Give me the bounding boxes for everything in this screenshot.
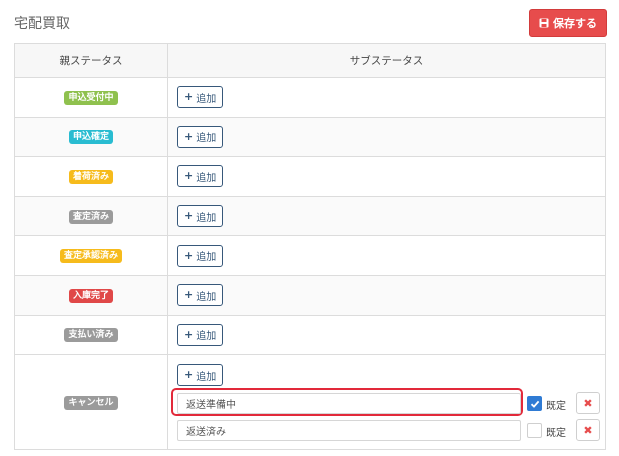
plus-icon: + <box>184 209 194 223</box>
default-label: 既定 <box>546 428 566 440</box>
add-button-label: 追加 <box>196 331 217 343</box>
table-row: 査定承認済み + 追加 <box>14 235 606 276</box>
header-sub-status: サブステータス <box>167 43 606 78</box>
plus-icon: + <box>184 129 194 143</box>
plus-icon: + <box>184 90 194 104</box>
add-sub-status-button[interactable]: + 追加 <box>177 284 224 307</box>
table-row-cancel: キャンセル + 追加 返送準備中 既定 ✖ 返送済み 既定 ✖ <box>14 354 606 451</box>
table-row: 申込受付中 + 追加 <box>14 77 606 118</box>
parent-status-cell: 着荷済み <box>14 156 168 197</box>
parent-status-cell: 査定承認済み <box>14 235 168 276</box>
status-badge: キャンセル <box>64 395 118 410</box>
plus-icon: + <box>184 169 194 183</box>
sub-status-cell: + 追加 <box>167 314 606 356</box>
add-sub-status-button[interactable]: + 追加 <box>177 86 224 109</box>
save-icon <box>539 18 549 28</box>
add-button-label: 追加 <box>196 371 217 383</box>
parent-status-cell: 支払い済み <box>14 314 168 356</box>
sub-status-cell: + 追加 <box>167 156 606 197</box>
sub-status-list: + 追加 返送準備中 既定 ✖ 返送済み 既定 ✖ <box>168 355 605 449</box>
save-button-label: 保存する <box>553 17 597 30</box>
default-label: 既定 <box>546 401 566 413</box>
parent-status-cell: 申込確定 <box>14 116 168 158</box>
status-table: 親ステータス サブステータス 申込受付中 + 追加 申込確定 + 追加 着荷済み + 追加 査定済… <box>14 43 606 451</box>
add-button-label: 追加 <box>196 252 217 264</box>
status-badge: 入庫完了 <box>68 288 113 303</box>
plus-icon: + <box>184 327 194 341</box>
sub-status-cell: + 追加 <box>167 195 606 237</box>
add-sub-status-button[interactable]: + 追加 <box>177 364 224 387</box>
sub-status-item: 返送準備中 既定 ✖ <box>171 388 600 417</box>
add-button-label: 追加 <box>196 172 217 184</box>
add-button-label: 追加 <box>196 133 217 145</box>
parent-status-cell: 入庫完了 <box>14 274 168 316</box>
sub-status-item: 返送済み 既定 ✖ <box>173 419 600 442</box>
status-badge: 申込確定 <box>68 130 113 145</box>
plus-icon: + <box>184 288 194 302</box>
default-checkbox[interactable] <box>527 423 542 439</box>
delete-sub-status-button[interactable]: ✖ <box>576 392 600 415</box>
save-button[interactable]: 保存する <box>529 9 607 37</box>
header-parent-status: 親ステータス <box>14 43 168 78</box>
status-badge: 着荷済み <box>68 169 113 184</box>
parent-status-cell: 申込受付中 <box>14 77 168 118</box>
table-row: 査定済み + 追加 <box>14 195 606 237</box>
table-row: 申込確定 + 追加 <box>14 116 606 158</box>
status-badge: 査定済み <box>68 209 113 224</box>
plus-icon: + <box>184 368 194 382</box>
plus-icon: + <box>184 248 194 262</box>
add-sub-status-button[interactable]: + 追加 <box>177 323 224 346</box>
add-button-label: 追加 <box>196 93 217 105</box>
status-badge: 支払い済み <box>64 328 118 343</box>
status-table-body: 申込受付中 + 追加 申込確定 + 追加 着荷済み + 追加 査定済み + 追加 査定承認済み + 追加 入庫… <box>14 77 606 451</box>
status-badge: 申込受付中 <box>64 90 118 105</box>
add-sub-status-button[interactable]: + 追加 <box>177 244 224 267</box>
parent-status-cell: 査定済み <box>14 195 168 237</box>
add-button-label: 追加 <box>196 291 217 303</box>
add-sub-status-button[interactable]: + 追加 <box>177 125 224 148</box>
sub-status-name-input[interactable]: 返送済み <box>177 420 521 442</box>
close-icon: ✖ <box>583 423 593 437</box>
close-icon: ✖ <box>583 396 593 410</box>
page-title: 宅配買取 <box>14 16 70 32</box>
add-button-label: 追加 <box>196 212 217 224</box>
add-sub-status-button[interactable]: + 追加 <box>177 165 224 188</box>
parent-status-cell: キャンセル <box>14 354 168 451</box>
sub-status-cell: + 追加 <box>167 274 606 316</box>
delete-sub-status-button[interactable]: ✖ <box>576 419 600 442</box>
status-badge: 査定承認済み <box>59 249 122 264</box>
table-row: 入庫完了 + 追加 <box>14 274 606 316</box>
sub-status-cell: + 追加 <box>167 235 606 276</box>
check-icon <box>530 400 539 408</box>
sub-status-cell: + 追加 返送準備中 既定 ✖ 返送済み 既定 ✖ <box>167 354 606 451</box>
sub-status-name-input[interactable]: 返送準備中 <box>177 393 521 415</box>
table-row: 支払い済み + 追加 <box>14 314 606 356</box>
sub-status-cell: + 追加 <box>167 116 606 158</box>
table-row: 着荷済み + 追加 <box>14 156 606 197</box>
sub-status-cell: + 追加 <box>167 77 606 118</box>
default-checkbox[interactable] <box>527 396 542 412</box>
add-sub-status-button[interactable]: + 追加 <box>177 205 224 228</box>
